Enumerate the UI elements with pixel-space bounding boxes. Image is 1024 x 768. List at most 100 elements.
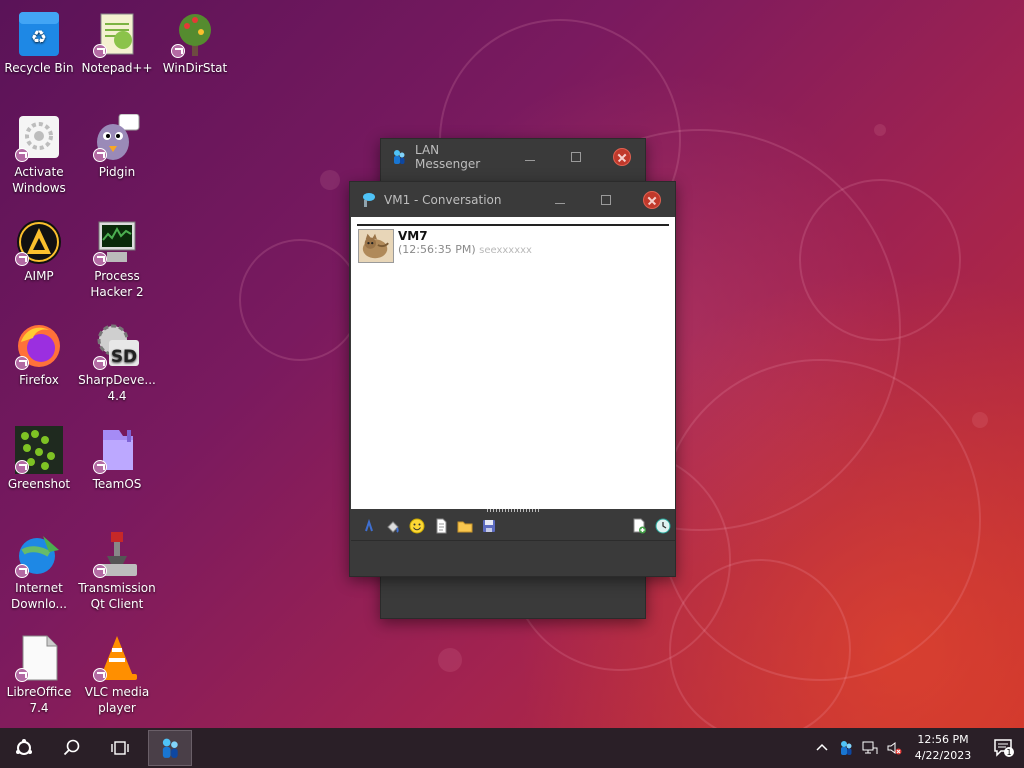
taskbar-app-lan-messenger[interactable] <box>148 730 192 766</box>
clock-time: 12:56 PM <box>917 733 969 746</box>
conversation-toolbar <box>351 513 675 539</box>
message-entry: VM7 (12:56:35 PM) seexxxxxx <box>358 229 532 263</box>
conversation-window[interactable]: VM1 - Conversation VM7 (12:56:35 PM) see… <box>349 181 676 577</box>
desktop-icon-firefox[interactable]: Firefox <box>0 322 78 388</box>
maximize-icon <box>601 195 611 205</box>
desktop-icon-label: WinDirStat <box>162 61 228 75</box>
desktop-icon-label: TeamOS <box>92 477 142 491</box>
message-sender: VM7 <box>398 229 428 243</box>
add-document-icon <box>633 518 646 534</box>
minimize-button[interactable] <box>537 182 583 218</box>
avatar <box>358 229 394 263</box>
notification-center-button[interactable]: 1 <box>984 728 1024 768</box>
lan-messenger-app-icon <box>394 150 405 164</box>
desktop-icon-process-hacker[interactable]: Process Hacker 2 <box>78 218 156 300</box>
close-icon <box>643 191 661 209</box>
desktop-icon-label: Transmission Qt Client <box>78 581 156 611</box>
clock-date: 4/22/2023 <box>914 749 972 762</box>
message-history[interactable]: VM7 (12:56:35 PM) seexxxxxx <box>351 217 675 509</box>
paint-bucket-icon <box>387 521 399 533</box>
close-icon <box>613 148 631 166</box>
lan-messenger-tray-icon <box>841 741 852 755</box>
network-icon <box>862 741 878 754</box>
desktop-icon-aimp[interactable]: AIMP <box>0 218 78 284</box>
send-file-button[interactable] <box>429 515 453 537</box>
maximize-button[interactable] <box>553 139 599 175</box>
smiley-button[interactable] <box>405 515 429 537</box>
message-input[interactable] <box>351 540 675 576</box>
lan-messenger-titlebar[interactable]: LAN Messenger <box>381 139 645 175</box>
search-icon <box>63 739 80 756</box>
save-button[interactable] <box>477 515 501 537</box>
desktop-icon-recycle-bin[interactable]: ♻ Recycle Bin <box>0 10 78 76</box>
desktop-icon-notepadpp[interactable]: Notepad++ <box>78 10 156 76</box>
show-hidden-icons-button[interactable] <box>810 728 834 768</box>
desktop-icon-libreoffice[interactable]: LibreOffice 7.4 <box>0 634 78 716</box>
desktop-icon-transmission[interactable]: Transmission Qt Client <box>78 530 156 612</box>
desktop-icon-windirstat[interactable]: WinDirStat <box>156 10 234 76</box>
conversation-app-icon <box>363 193 375 207</box>
taskbar: 12:56 PM 4/22/2023 1 <box>0 728 1024 768</box>
desktop-icon-teamos[interactable]: TeamOS <box>78 426 156 492</box>
desktop-icon-label: Pidgin <box>98 165 136 179</box>
svg-text:♻: ♻ <box>31 27 47 48</box>
desktop-icon-label: LibreOffice 7.4 <box>6 685 72 715</box>
history-button[interactable] <box>651 515 675 537</box>
font-icon <box>365 518 373 532</box>
tray-lan-messenger[interactable] <box>834 728 858 768</box>
maximize-button[interactable] <box>583 182 629 218</box>
volume-muted-icon <box>887 742 902 755</box>
chevron-up-icon <box>816 743 828 751</box>
tray-network[interactable] <box>858 728 882 768</box>
desktop-icon-pidgin[interactable]: Pidgin <box>78 114 156 180</box>
taskbar-clock[interactable]: 12:56 PM 4/22/2023 <box>910 732 976 764</box>
desktop-icon-label: Process Hacker 2 <box>90 269 144 299</box>
desktop-icon-label: Greenshot <box>7 477 71 491</box>
window-title: VM1 - Conversation <box>384 193 502 207</box>
desktop-icon-activate-windows[interactable]: Activate Windows <box>0 114 78 196</box>
desktop-icon-label: Firefox <box>19 373 59 387</box>
desktop-icon-sharpdevelop[interactable]: SD SharpDeve... 4.4 <box>78 322 156 404</box>
font-button[interactable] <box>357 515 381 537</box>
task-view-button[interactable] <box>96 728 144 768</box>
notification-badge: 1 <box>1006 748 1011 757</box>
file-icon <box>436 518 447 534</box>
desktop-icon-vlc[interactable]: VLC media player <box>78 634 156 716</box>
close-button[interactable] <box>629 182 675 218</box>
history-clock-icon <box>655 518 671 534</box>
cat-avatar-icon <box>359 230 393 262</box>
add-contact-button[interactable] <box>627 515 651 537</box>
system-tray: 12:56 PM 4/22/2023 1 <box>810 728 1024 768</box>
close-button[interactable] <box>599 139 645 175</box>
window-title: LAN Messenger <box>415 143 481 171</box>
desktop-icon-label: Activate Windows <box>12 165 66 195</box>
recycle-bin-icon: ♻ <box>19 12 59 56</box>
minimize-icon <box>555 202 565 204</box>
maximize-icon <box>571 152 581 162</box>
desktop-icon-label: Recycle Bin <box>4 61 74 75</box>
floppy-disk-icon <box>483 520 495 532</box>
folder-icon <box>457 521 473 533</box>
minimize-button[interactable] <box>507 139 553 175</box>
conversation-titlebar[interactable]: VM1 - Conversation <box>350 182 675 218</box>
lan-messenger-taskbar-icon <box>162 738 178 758</box>
desktop-icon-internet-download-manager[interactable]: Internet Downlo... <box>0 530 78 612</box>
message-text: seexxxxxx <box>479 245 532 256</box>
send-folder-button[interactable] <box>453 515 477 537</box>
ubuntu-logo-icon <box>16 739 32 755</box>
notification-icon: 1 <box>994 739 1014 757</box>
history-divider <box>357 224 669 226</box>
svg-text:SD: SD <box>111 347 137 367</box>
message-time: (12:56:35 PM) <box>398 243 476 256</box>
start-button[interactable] <box>0 728 48 768</box>
desktop-icon-label: Internet Downlo... <box>11 581 67 611</box>
smiley-icon <box>409 518 425 534</box>
font-color-button[interactable] <box>381 515 405 537</box>
desktop-icon-label: Notepad++ <box>81 61 153 75</box>
desktop-icon-label: VLC media player <box>84 685 150 715</box>
tray-volume[interactable] <box>882 728 906 768</box>
splitter-grip-icon <box>487 509 541 512</box>
desktop-icon-label: AIMP <box>24 269 54 283</box>
search-button[interactable] <box>48 728 96 768</box>
desktop-icon-greenshot[interactable]: Greenshot <box>0 426 78 492</box>
